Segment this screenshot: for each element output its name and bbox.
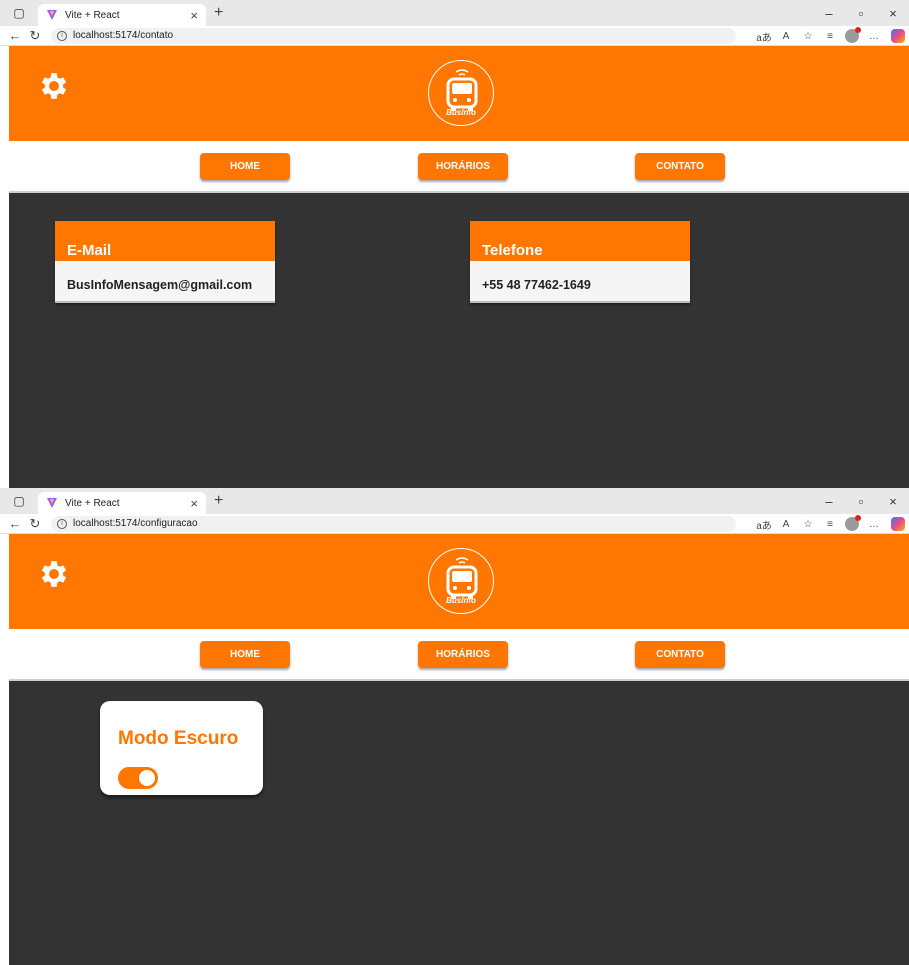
browser-tab[interactable]: Vite + React × bbox=[38, 4, 206, 26]
more-menu-icon[interactable]: … bbox=[863, 31, 885, 42]
copilot-icon[interactable] bbox=[891, 517, 905, 531]
businfo-logo[interactable]: BusInfo bbox=[428, 548, 494, 614]
url-text: localhost:5174/configuracao bbox=[73, 518, 198, 529]
reload-icon[interactable]: ↻ bbox=[25, 516, 45, 532]
nav-home-button[interactable]: HOME bbox=[200, 153, 290, 180]
phone-value: +55 48 77462-1649 bbox=[470, 261, 690, 303]
tab-close-icon[interactable]: × bbox=[190, 8, 198, 23]
phone-card-title: Telefone bbox=[470, 221, 690, 261]
address-bar: ← ↻ i localhost:5174/configuracao aあ A ☆… bbox=[0, 514, 909, 534]
tab-close-icon[interactable]: × bbox=[190, 496, 198, 511]
email-value: BusInfoMensagem@gmail.com bbox=[55, 261, 275, 303]
dark-mode-card: Modo Escuro bbox=[100, 701, 263, 795]
dark-mode-label: Modo Escuro bbox=[118, 728, 239, 749]
tab-title: Vite + React bbox=[65, 9, 120, 21]
email-card: E-Mail BusInfoMensagem@gmail.com bbox=[55, 221, 275, 303]
vite-favicon-icon bbox=[47, 10, 57, 20]
favorites-list-icon[interactable]: ≡ bbox=[819, 519, 841, 530]
url-text: localhost:5174/contato bbox=[73, 30, 174, 41]
site-info-icon[interactable]: i bbox=[57, 518, 67, 529]
browser-window-configuracao: ▢ Vite + React × + – ▫ × ← ↻ i localhost… bbox=[0, 488, 909, 965]
copilot-icon[interactable] bbox=[891, 29, 905, 43]
logo-text: BusInfo bbox=[446, 108, 476, 117]
nav-contato-button[interactable]: CONTATO bbox=[635, 641, 725, 668]
bus-icon bbox=[446, 69, 478, 111]
close-window-icon[interactable]: × bbox=[877, 6, 909, 21]
restore-icon[interactable]: ▫ bbox=[845, 494, 877, 509]
favorite-star-icon[interactable]: ☆ bbox=[797, 519, 819, 530]
email-card-title: E-Mail bbox=[55, 221, 275, 261]
browser-tools: aあ A ☆ ≡ … bbox=[753, 26, 905, 46]
nav-contato-button[interactable]: CONTATO bbox=[635, 153, 725, 180]
tab-actions-icon[interactable]: ▢ bbox=[8, 3, 30, 23]
back-icon[interactable]: ← bbox=[5, 516, 25, 531]
nav-home-button[interactable]: HOME bbox=[200, 641, 290, 668]
bus-icon bbox=[446, 557, 478, 599]
gear-icon[interactable] bbox=[37, 557, 71, 591]
gear-icon[interactable] bbox=[37, 69, 71, 103]
url-field[interactable]: i localhost:5174/contato bbox=[51, 27, 736, 44]
content-area: E-Mail BusInfoMensagem@gmail.com Telefon… bbox=[9, 193, 909, 488]
app-header: BusInfo bbox=[9, 534, 909, 629]
site-info-icon[interactable]: i bbox=[57, 30, 67, 41]
read-aloud-icon[interactable]: A bbox=[775, 519, 797, 530]
profile-avatar-icon[interactable] bbox=[845, 27, 861, 43]
tab-bar: ▢ Vite + React × + – ▫ × bbox=[0, 488, 909, 514]
main-nav: HOME HORÁRIOS CONTATO bbox=[9, 141, 909, 193]
browser-tools: aあ A ☆ ≡ … bbox=[753, 514, 905, 534]
app-header: BusInfo bbox=[9, 46, 909, 141]
nav-horarios-button[interactable]: HORÁRIOS bbox=[418, 153, 508, 180]
favorites-list-icon[interactable]: ≡ bbox=[819, 31, 841, 42]
translate-icon[interactable]: aあ bbox=[753, 29, 775, 44]
dark-mode-toggle[interactable] bbox=[118, 767, 158, 789]
favorite-star-icon[interactable]: ☆ bbox=[797, 31, 819, 42]
close-window-icon[interactable]: × bbox=[877, 494, 909, 509]
translate-icon[interactable]: aあ bbox=[753, 517, 775, 532]
browser-window-contato: ▢ Vite + React × + – ▫ × ← ↻ i localhost… bbox=[0, 0, 909, 488]
read-aloud-icon[interactable]: A bbox=[775, 31, 797, 42]
nav-horarios-button[interactable]: HORÁRIOS bbox=[418, 641, 508, 668]
businfo-logo[interactable]: BusInfo bbox=[428, 60, 494, 126]
toggle-knob bbox=[139, 770, 155, 786]
phone-card: Telefone +55 48 77462-1649 bbox=[470, 221, 690, 303]
main-nav: HOME HORÁRIOS CONTATO bbox=[9, 629, 909, 681]
tab-actions-icon[interactable]: ▢ bbox=[8, 491, 30, 511]
profile-avatar-icon[interactable] bbox=[845, 515, 861, 531]
reload-icon[interactable]: ↻ bbox=[25, 28, 45, 44]
url-field[interactable]: i localhost:5174/configuracao bbox=[51, 515, 736, 532]
new-tab-icon[interactable]: + bbox=[214, 4, 223, 22]
back-icon[interactable]: ← bbox=[5, 28, 25, 43]
page-configuracao: BusInfo HOME HORÁRIOS CONTATO Modo Escur… bbox=[9, 534, 909, 965]
minimize-icon[interactable]: – bbox=[813, 6, 845, 21]
content-area: Modo Escuro bbox=[9, 681, 909, 965]
new-tab-icon[interactable]: + bbox=[214, 492, 223, 510]
tab-title: Vite + React bbox=[65, 497, 120, 509]
restore-icon[interactable]: ▫ bbox=[845, 6, 877, 21]
tab-bar: ▢ Vite + React × + – ▫ × bbox=[0, 0, 909, 26]
logo-text: BusInfo bbox=[446, 596, 476, 605]
page-contato: BusInfo HOME HORÁRIOS CONTATO E-Mail Bus… bbox=[9, 46, 909, 488]
address-bar: ← ↻ i localhost:5174/contato aあ A ☆ ≡ … bbox=[0, 26, 909, 46]
browser-tab[interactable]: Vite + React × bbox=[38, 492, 206, 514]
minimize-icon[interactable]: – bbox=[813, 494, 845, 509]
more-menu-icon[interactable]: … bbox=[863, 519, 885, 530]
vite-favicon-icon bbox=[47, 498, 57, 508]
